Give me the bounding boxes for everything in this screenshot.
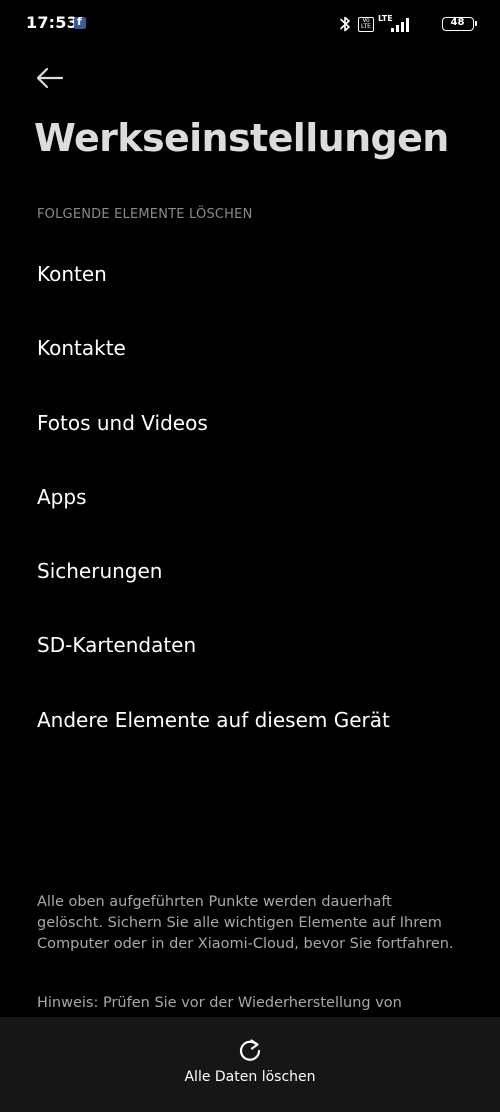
warning-text: Alle oben aufgeführten Punkte werden dau…: [37, 894, 454, 952]
volte-icon: Vo LTE: [358, 17, 374, 32]
list-item-backups: Sicherungen: [37, 559, 163, 584]
battery-level: 48: [450, 17, 465, 28]
hint-text: Hinweis: Prüfen Sie vor der Wiederherste…: [37, 995, 402, 1011]
battery-icon: 48: [442, 17, 477, 31]
items-to-delete-list: Konten Kontakte Fotos und Videos Apps Si…: [37, 248, 477, 768]
arrow-left-icon: [36, 67, 64, 89]
bluetooth-icon: [340, 16, 350, 32]
section-header: FOLGENDE ELEMENTE LÖSCHEN: [37, 207, 253, 222]
list-item-accounts: Konten: [37, 262, 107, 286]
facebook-notification-icon: [74, 15, 86, 29]
status-bar: 17:53 Vo LTE LTE 48: [0, 0, 500, 48]
back-button[interactable]: [30, 60, 70, 96]
page-title: Werkseinstellungen: [34, 116, 449, 160]
list-item-sd-card-data: SD-Kartendaten: [37, 633, 197, 658]
delete-all-data-button[interactable]: Alle Daten löschen: [150, 1037, 350, 1097]
reset-icon: [239, 1039, 261, 1061]
delete-all-data-label: Alle Daten löschen: [184, 1069, 316, 1085]
status-time: 17:53: [26, 13, 78, 32]
signal-group: LTE: [378, 14, 410, 34]
list-item-contacts: Kontakte: [37, 336, 126, 361]
list-item-other-elements: Andere Elemente auf diesem Gerät: [37, 707, 390, 732]
signal-strength-icon: [391, 18, 409, 32]
list-item-photos-videos: Fotos und Videos: [37, 410, 208, 435]
list-item-apps: Apps: [37, 484, 87, 509]
bottom-action-bar: Alle Daten löschen: [0, 1017, 500, 1112]
